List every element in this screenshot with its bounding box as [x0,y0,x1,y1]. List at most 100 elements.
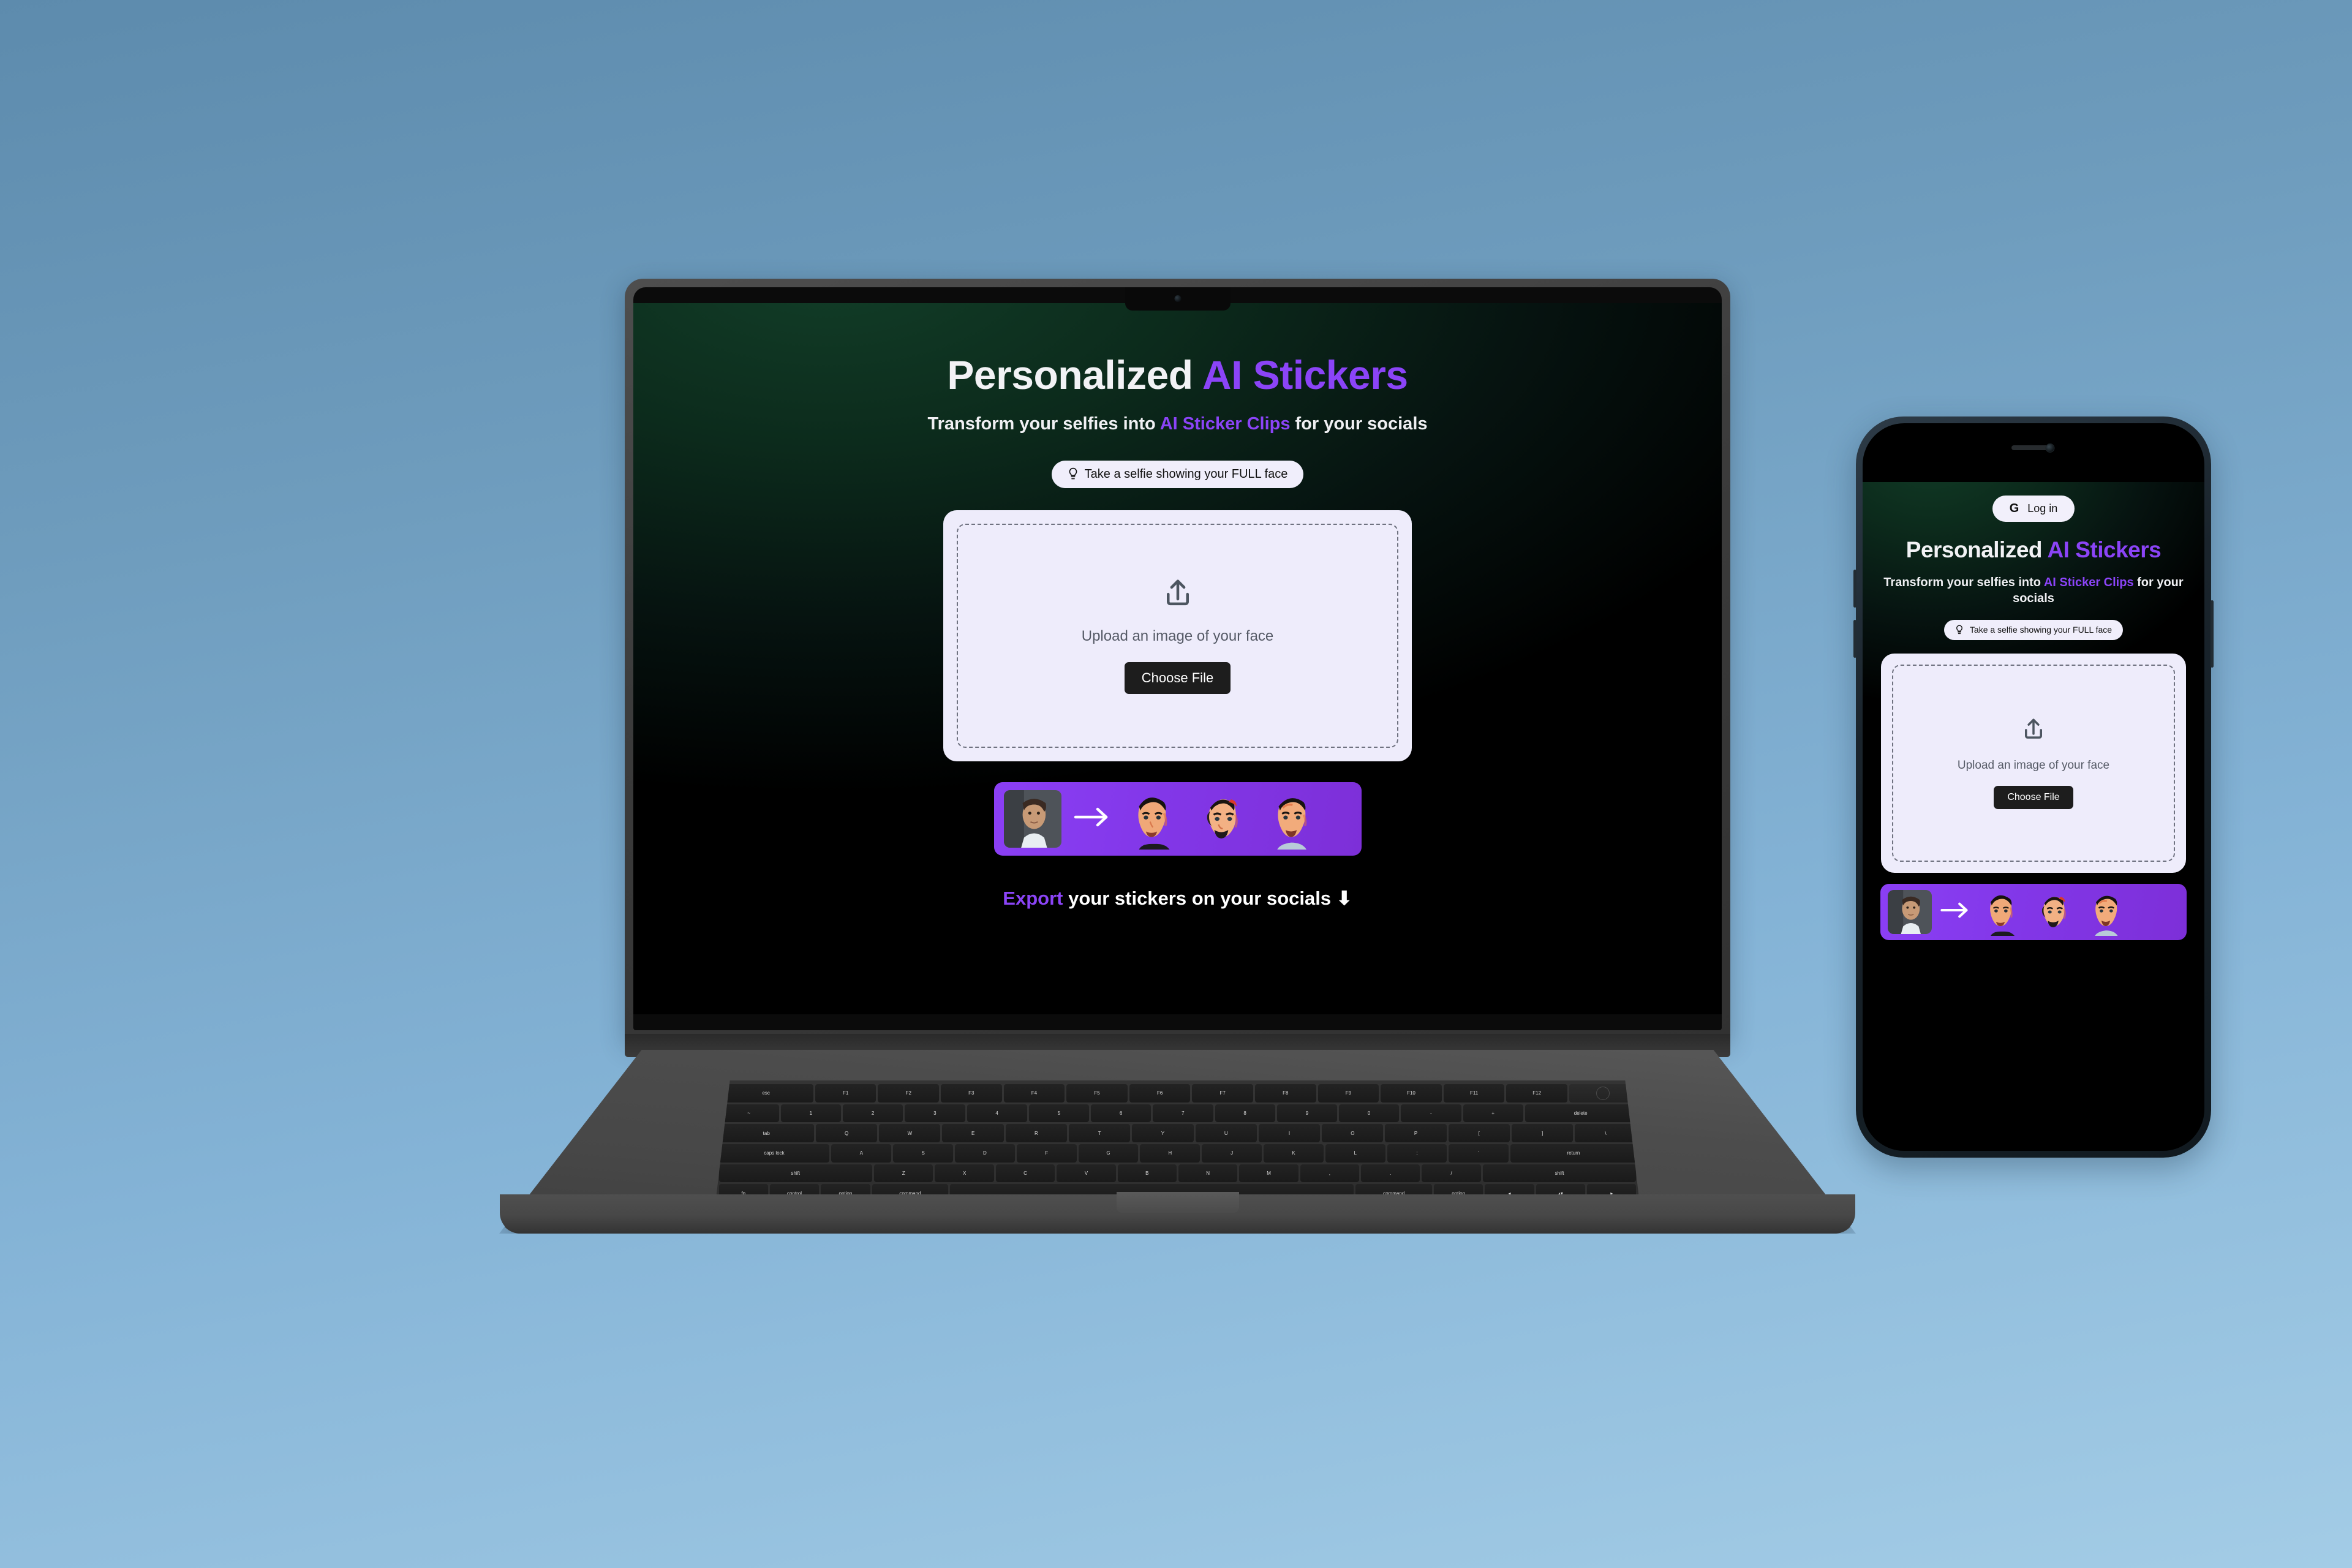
key-f8[interactable]: F8 [1255,1084,1316,1102]
key-shift-right[interactable]: shift [1482,1164,1637,1183]
key-v[interactable]: V [1057,1164,1116,1183]
mobile-source-selfie-thumbnail [1888,889,1932,934]
key-7[interactable]: 7 [1153,1104,1213,1123]
key-4[interactable]: 4 [967,1104,1027,1123]
google-g-icon: G [2009,502,2019,515]
key-d[interactable]: D [955,1144,1015,1163]
key-w[interactable]: W [879,1124,941,1143]
key-8[interactable]: 8 [1215,1104,1275,1123]
key-f1[interactable]: F1 [815,1084,876,1102]
key-return[interactable]: return [1510,1144,1637,1163]
phone-power-button[interactable] [2211,600,2214,668]
key-r[interactable]: R [1005,1124,1068,1143]
key-minus[interactable]: - [1401,1104,1461,1123]
mobile-choose-file-button[interactable]: Choose File [1994,786,2073,810]
keyboard-row-numbers: ~ 1 2 3 4 5 6 7 8 9 0 - + delete [718,1104,1637,1123]
key-m[interactable]: M [1239,1164,1298,1183]
key-quote[interactable]: ' [1449,1144,1509,1163]
webcam-icon [1174,295,1181,302]
key-i[interactable]: I [1258,1124,1321,1143]
export-cta[interactable]: Export your stickers on your socials ⬇ [633,888,1722,910]
google-login-button[interactable]: G Log in [1992,496,2075,522]
key-6[interactable]: 6 [1091,1104,1152,1123]
laptop-mockup: Personalized AI Stickers Transform your … [499,279,1856,1363]
page-subtitle: Transform your selfies into AI Sticker C… [633,413,1722,436]
key-n[interactable]: N [1178,1164,1238,1183]
key-f5[interactable]: F5 [1066,1084,1128,1102]
key-j[interactable]: J [1202,1144,1262,1163]
key-3[interactable]: 3 [905,1104,965,1123]
key-f[interactable]: F [1016,1144,1077,1163]
power-button[interactable] [1569,1084,1637,1102]
key-f11[interactable]: F11 [1443,1084,1505,1102]
key-y[interactable]: Y [1132,1124,1194,1143]
key-backslash[interactable]: \ [1575,1124,1637,1143]
key-q[interactable]: Q [815,1124,878,1143]
sticker-face-1 [1123,788,1180,850]
key-1[interactable]: 1 [780,1104,841,1123]
key-b[interactable]: B [1117,1164,1177,1183]
key-z[interactable]: Z [874,1164,933,1183]
phone-front-camera-icon [2045,443,2055,453]
arrow-right-icon [1940,902,1970,922]
key-e[interactable]: E [942,1124,1004,1143]
key-delete[interactable]: delete [1525,1104,1637,1123]
key-tilde[interactable]: ~ [718,1104,779,1123]
key-period[interactable]: . [1361,1164,1420,1183]
key-t[interactable]: T [1069,1124,1131,1143]
key-comma[interactable]: , [1300,1164,1360,1183]
selfie-tip-text: Take a selfie showing your FULL face [1084,467,1288,481]
key-esc[interactable]: esc [718,1084,813,1102]
key-k[interactable]: K [1264,1144,1324,1163]
mobile-tip-row: Take a selfie showing your FULL face [1863,619,2204,640]
key-5[interactable]: 5 [1028,1104,1089,1123]
sticker-face-2 [1193,788,1250,850]
key-plus[interactable]: + [1463,1104,1523,1123]
key-f10[interactable]: F10 [1381,1084,1442,1102]
key-l[interactable]: L [1325,1144,1385,1163]
mobile-title-plain: Personalized [1905,537,2048,562]
key-0[interactable]: 0 [1339,1104,1400,1123]
phone-volume-down-button[interactable] [1853,620,1856,658]
key-o[interactable]: O [1322,1124,1384,1143]
key-g[interactable]: G [1078,1144,1139,1163]
subtitle-before: Transform your selfies into [927,414,1160,434]
key-f7[interactable]: F7 [1192,1084,1254,1102]
key-c[interactable]: C [995,1164,1055,1183]
key-f6[interactable]: F6 [1129,1084,1191,1102]
mobile-file-dropzone[interactable]: Upload an image of your face Choose File [1892,664,2175,862]
laptop-keyboard[interactable]: esc F1 F2 F3 F4 F5 F6 F7 F8 F9 F10 F11 F… [715,1080,1640,1206]
key-f2[interactable]: F2 [878,1084,940,1102]
key-f12[interactable]: F12 [1506,1084,1567,1102]
key-caps-lock[interactable]: caps lock [718,1144,830,1163]
example-sticker-strip [993,782,1362,856]
laptop-lid: Personalized AI Stickers Transform your … [625,279,1730,1041]
key-u[interactable]: U [1195,1124,1257,1143]
mobile-title-accent: AI Stickers [2047,537,2162,562]
key-2[interactable]: 2 [843,1104,903,1123]
phone-volume-up-button[interactable] [1853,570,1856,608]
key-bracket-right[interactable]: ] [1512,1124,1574,1143]
key-semicolon[interactable]: ; [1387,1144,1447,1163]
key-p[interactable]: P [1385,1124,1447,1143]
key-s[interactable]: S [893,1144,954,1163]
key-9[interactable]: 9 [1276,1104,1337,1123]
upload-tray-icon [2021,717,2046,745]
key-h[interactable]: H [1140,1144,1200,1163]
key-f4[interactable]: F4 [1003,1084,1065,1102]
key-f9[interactable]: F9 [1317,1084,1379,1102]
file-dropzone[interactable]: Upload an image of your face Choose File [957,523,1398,748]
mobile-selfie-tip-text: Take a selfie showing your FULL face [1969,625,2113,635]
key-a[interactable]: A [831,1144,892,1163]
login-row: G Log in [1863,482,2204,522]
key-bracket-left[interactable]: [ [1448,1124,1510,1143]
key-f3[interactable]: F3 [941,1084,1002,1102]
key-tab[interactable]: tab [718,1124,814,1143]
laptop-notch [1125,287,1231,311]
choose-file-button[interactable]: Choose File [1124,662,1231,695]
key-slash[interactable]: / [1422,1164,1481,1183]
key-x[interactable]: X [935,1164,994,1183]
phone-bezel: G Log in Personalized AI Stickers Transf… [1863,423,2204,1151]
keyboard-row-function: esc F1 F2 F3 F4 F5 F6 F7 F8 F9 F10 F11 F… [718,1084,1637,1102]
key-shift-left[interactable]: shift [718,1164,873,1183]
